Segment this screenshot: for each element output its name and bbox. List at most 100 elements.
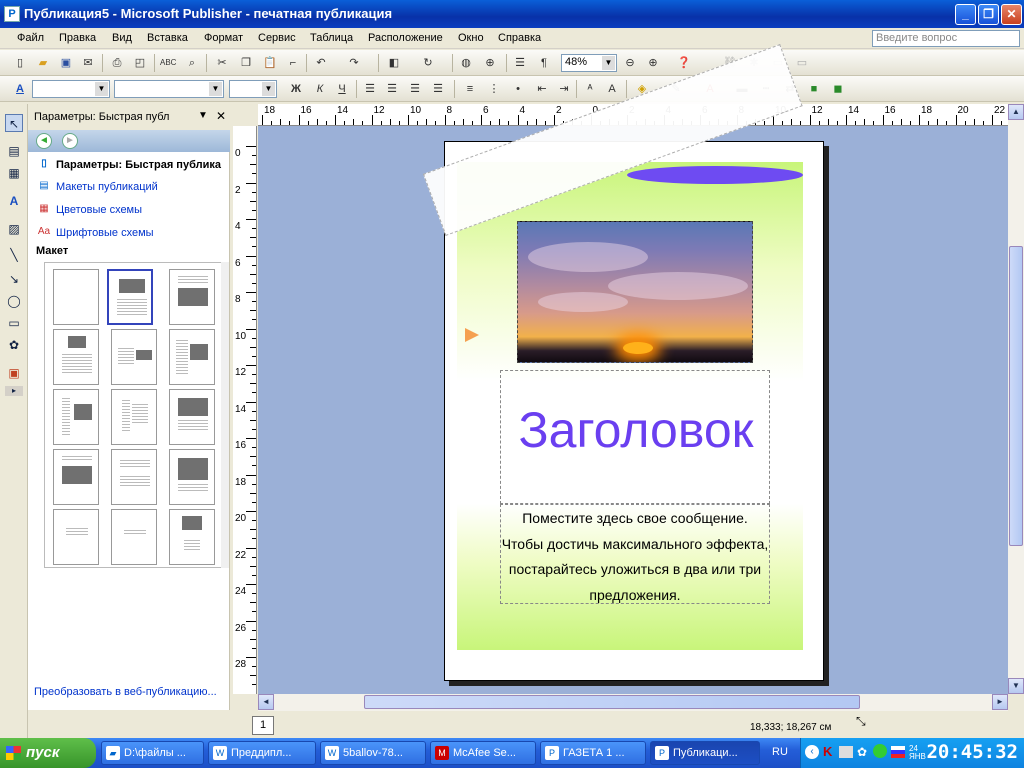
preview-icon[interactable]: ◰ [132,55,148,71]
numbering-icon[interactable]: ⋮ [486,81,502,97]
menu-insert[interactable]: Вставка [147,32,188,44]
rectangle-icon[interactable]: ▭ [5,314,23,332]
decrease-indent-icon[interactable]: ⇤ [534,81,550,97]
icq-icon[interactable] [873,744,887,758]
picture-icon[interactable]: ▨ [5,220,23,238]
message-textbox[interactable]: Поместите здесь свое сообщение. Чтобы до… [500,504,770,604]
web-icon[interactable]: ▭ [794,55,810,71]
menu-file[interactable]: Файл [17,32,44,44]
page-navigator[interactable]: 1 [252,716,274,735]
copy-icon[interactable]: ❐ [238,55,254,71]
zoom-out-icon[interactable]: ⊖ [622,55,638,71]
layout-thumb[interactable] [169,269,215,325]
horizontal-scrollbar[interactable]: ◄ ► [258,694,1008,711]
horizontal-scroll-thumb[interactable] [364,695,860,709]
design-gallery-icon[interactable]: ▣ [5,364,23,382]
align-center-icon[interactable]: ☰ [384,81,400,97]
taskbar-item[interactable]: P ГАЗЕТА 1 ... [540,741,646,765]
vertical-ruler[interactable]: 0 2 4 6 8 10 12 14 16 18 20 22 24 26 28 [233,126,257,694]
font-select[interactable]: ▼ [114,80,224,98]
help-icon[interactable]: ❓ [676,55,692,71]
research-icon[interactable]: ⌕ [184,55,200,71]
menu-tools[interactable]: Сервис [258,32,296,44]
italic-button[interactable]: К [312,81,328,97]
menu-arrange[interactable]: Расположение [368,32,443,44]
close-icon[interactable]: ✕ [216,109,226,123]
scroll-left-icon[interactable]: ◄ [258,694,274,710]
layout-thumb[interactable] [169,329,215,385]
bullets-icon[interactable]: • [510,81,526,97]
align-left-icon[interactable]: ☰ [362,81,378,97]
font-schemes-link[interactable]: Aa Шрифтовые схемы [36,226,154,240]
vertical-scrollbar[interactable]: ▲ ▼ [1008,104,1024,694]
columns-icon[interactable]: ☰ [512,55,528,71]
task-pane-title[interactable]: Параметры: Быстрая публ [34,111,169,123]
menu-table[interactable]: Таблица [310,32,353,44]
tray-arrow-icon[interactable]: ‹ [805,745,819,759]
layout-thumb[interactable] [111,509,157,565]
cut-icon[interactable]: ✂ [214,55,230,71]
taskbar-item[interactable]: W 5ballov-78... [320,741,426,765]
taskbar-item[interactable]: M McAfee Se... [430,741,536,765]
layout-thumb[interactable] [111,449,157,505]
shadow-icon[interactable]: ■ [806,81,822,97]
scroll-up-icon[interactable]: ▲ [1008,104,1024,120]
menu-format[interactable]: Формат [204,32,243,44]
scroll-down-icon[interactable]: ▼ [1008,678,1024,694]
spelling-icon[interactable]: ABC [160,55,176,71]
zoom-select[interactable]: 48% ▼ [561,54,617,72]
align-right-icon[interactable]: ☰ [407,81,423,97]
purple-ellipse-shape[interactable] [627,166,803,184]
taskbar-item-active[interactable]: P Публикаци... [650,741,760,765]
arrow-icon[interactable]: ↘ [5,270,23,288]
layout-thumb-selected[interactable] [107,269,153,325]
kaspersky-icon[interactable]: K [823,744,832,759]
start-button[interactable]: пуск [0,738,96,768]
taskbar-item[interactable]: ▰ D:\файлы ... [101,741,204,765]
layout-thumb[interactable] [169,509,215,565]
layout-thumb[interactable] [169,449,215,505]
undo-icon[interactable]: ↶ [313,55,329,71]
line-spacing-icon[interactable]: ≡ [462,81,478,97]
mail-icon[interactable]: ✉ [80,55,96,71]
forward-icon[interactable]: ► [62,133,78,149]
minimize-button[interactable]: _ [955,4,976,25]
layout-thumb[interactable] [53,389,99,445]
colors-icon[interactable]: ✿ [857,745,867,759]
scroll-right-icon[interactable]: ► [992,694,1008,710]
menu-edit[interactable]: Правка [59,32,96,44]
search-object-icon[interactable]: ⊕ [482,55,498,71]
table-icon[interactable]: ▦ [5,164,23,182]
back-icon[interactable]: ◄ [36,133,52,149]
layout-thumb[interactable] [111,329,157,385]
help-search-input[interactable]: Введите вопрос [872,30,1020,47]
catalog-icon[interactable]: ◍ [458,55,474,71]
maximize-button[interactable]: ❐ [978,4,999,25]
paste-icon[interactable]: 📋 [262,55,278,71]
publication-designs-link[interactable]: ▤ Макеты публикаций [36,180,158,194]
new-icon[interactable]: ▯ [12,55,28,71]
sunset-photo[interactable] [517,221,753,363]
layout-thumb[interactable] [53,449,99,505]
wordart-icon[interactable]: A [5,192,23,210]
save-icon[interactable]: ▣ [58,55,74,71]
publication-page[interactable]: Заголовок Поместите здесь свое сообщение… [423,44,824,681]
pilcrow-icon[interactable]: ¶ [536,55,552,71]
bold-button[interactable]: Ж [288,81,304,97]
menu-help[interactable]: Справка [498,32,541,44]
layout-thumb[interactable] [53,329,99,385]
select-icon[interactable]: ↖ [5,114,23,132]
zoom-in-icon[interactable]: ⊕ [645,55,661,71]
font-size-select[interactable]: ▼ [229,80,277,98]
bring-front-icon[interactable]: ◧ [386,55,402,71]
clock[interactable]: 20:45:32 [926,741,1018,763]
toolbar-options-icon[interactable]: ▸ [5,386,23,396]
close-button[interactable]: ✕ [1001,4,1022,25]
underline-button[interactable]: Ч [334,81,350,97]
menu-window[interactable]: Окно [458,32,484,44]
format-painter-icon[interactable]: ⌐ [285,55,301,71]
layout-thumb[interactable] [53,269,99,325]
open-icon[interactable]: ▰ [35,55,51,71]
chevron-down-icon[interactable]: ▼ [198,110,208,121]
oval-icon[interactable]: ◯ [5,292,23,310]
